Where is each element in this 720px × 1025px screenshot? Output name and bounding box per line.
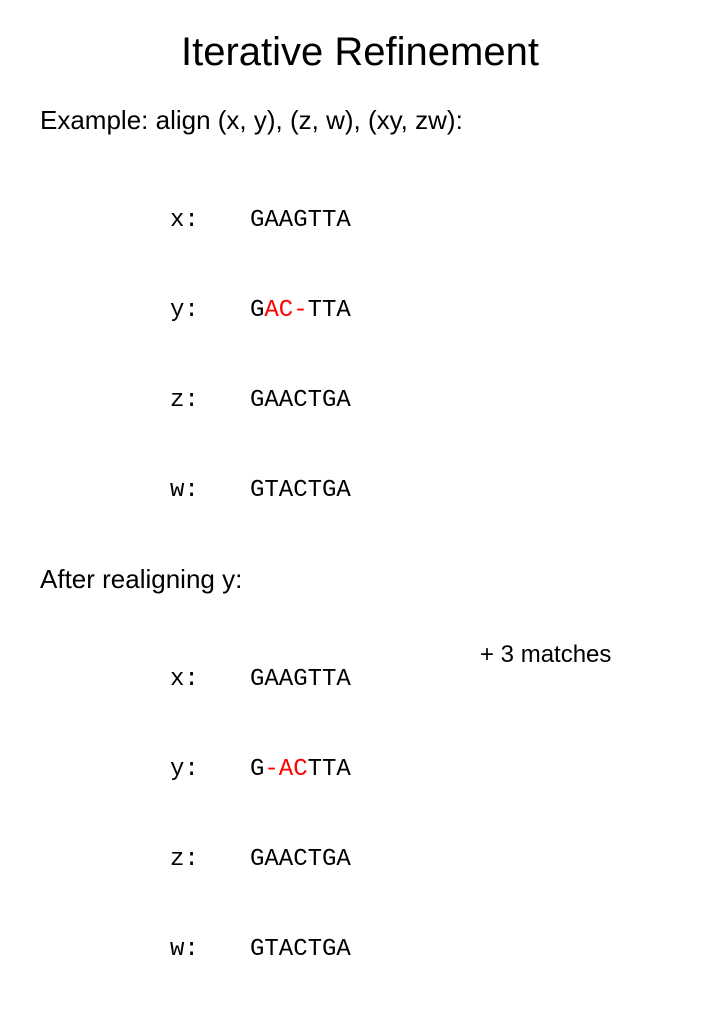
row-label: w: xyxy=(170,935,250,965)
seq-post: TTA xyxy=(308,297,351,324)
example-line: Example: align (x, y), (z, w), (xy, zw): xyxy=(40,105,680,136)
seq-red: AC- xyxy=(264,297,307,324)
align-row: w:GTACTGA xyxy=(170,935,680,965)
row-label: z: xyxy=(170,845,250,875)
slide-title: Iterative Refinement xyxy=(40,30,680,75)
row-label: w: xyxy=(170,476,250,506)
seq-pre: G xyxy=(250,756,264,783)
align-row: y:GAC-TTA xyxy=(170,296,680,326)
seq-pre: GAACTGA xyxy=(250,387,351,414)
row-seq: GAAGTTA xyxy=(250,665,351,695)
seq-red: -AC xyxy=(264,756,307,783)
row-seq: GAACTGA xyxy=(250,845,351,875)
seq-pre: GTACTGA xyxy=(250,477,351,504)
row-seq: GAACTGA xyxy=(250,386,351,416)
row-seq: GTACTGA xyxy=(250,935,351,965)
seq-post: TTA xyxy=(308,756,351,783)
align-row: w:GTACTGA xyxy=(170,476,680,506)
row-label: y: xyxy=(170,755,250,785)
seq-pre: G xyxy=(250,297,264,324)
seq-pre: GAACTGA xyxy=(250,846,351,873)
row-label: x: xyxy=(170,206,250,236)
row-seq: G-ACTTA xyxy=(250,755,351,785)
row-label: z: xyxy=(170,386,250,416)
align-row: x:GAAGTTA xyxy=(170,665,680,695)
seq-pre: GTACTGA xyxy=(250,936,351,963)
alignment-block-1: x:GAAGTTA y:GAC-TTA z:GAACTGA w:GTACTGA xyxy=(170,146,680,536)
matches-note: + 3 matches xyxy=(480,641,611,669)
align-row: x:GAAGTTA xyxy=(170,206,680,236)
row-seq: GAAGTTA xyxy=(250,206,351,236)
seq-pre: GAAGTTA xyxy=(250,666,351,693)
row-label: x: xyxy=(170,665,250,695)
after-realigning-line: After realigning y: xyxy=(40,564,680,595)
align-row: z:GAACTGA xyxy=(170,386,680,416)
row-label: y: xyxy=(170,296,250,326)
align-row: z:GAACTGA xyxy=(170,845,680,875)
row-seq: GTACTGA xyxy=(250,476,351,506)
align-row: y:G-ACTTA xyxy=(170,755,680,785)
row-seq: GAC-TTA xyxy=(250,296,351,326)
seq-pre: GAAGTTA xyxy=(250,207,351,234)
